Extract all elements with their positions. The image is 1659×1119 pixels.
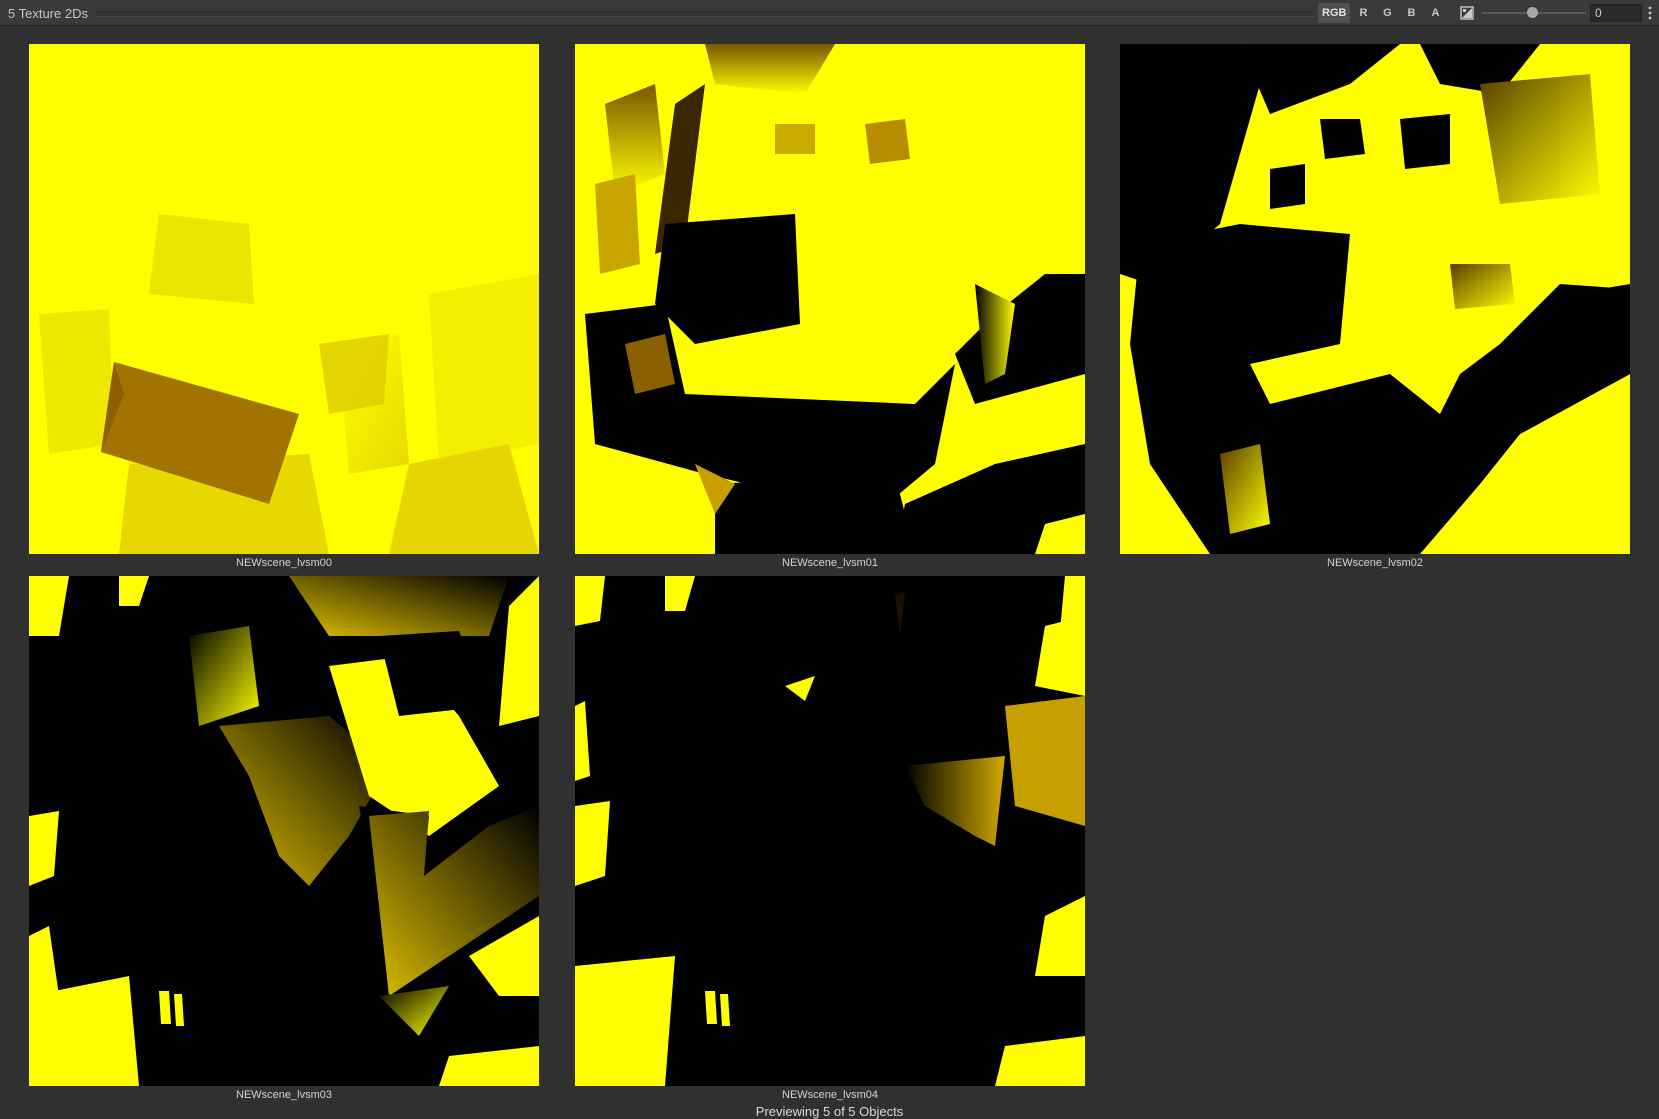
texture-label-2: NEWscene_lvsm02 [1327, 557, 1423, 569]
channel-rgb-button[interactable]: RGB [1318, 3, 1351, 23]
texture-image-4 [575, 576, 1085, 1086]
channel-toggle-group: RGB R G B A [1318, 3, 1447, 23]
channel-b-button[interactable]: B [1400, 3, 1423, 23]
resize-drag-bar[interactable] [96, 11, 1314, 17]
kebab-menu-icon[interactable] [1647, 6, 1653, 20]
channel-g-button[interactable]: G [1376, 3, 1399, 23]
mip-level-field[interactable]: 0 [1590, 4, 1642, 22]
texture-preview-1[interactable] [575, 44, 1085, 554]
texture-label-3: NEWscene_lvsm03 [236, 1089, 332, 1101]
texture-preview-3[interactable] [29, 576, 539, 1086]
texture-preview-0[interactable] [29, 44, 539, 554]
preview-status: Previewing 5 of 5 Objects [755, 1104, 904, 1119]
texture-preview-4[interactable] [575, 576, 1085, 1086]
texture-preview-2[interactable] [1120, 44, 1630, 554]
texture-label-0: NEWscene_lvsm00 [236, 557, 332, 569]
channel-a-button[interactable]: A [1424, 3, 1447, 23]
preview-toolbar: 5 Texture 2Ds RGB R G B A 0 [0, 0, 1659, 26]
texture-image-1 [575, 44, 1085, 554]
alpha-visibility-icon[interactable] [1460, 6, 1474, 20]
mip-slider-thumb[interactable] [1527, 7, 1538, 18]
preview-title: 5 Texture 2Ds [8, 6, 88, 21]
texture-image-0 [29, 44, 539, 554]
channel-r-button[interactable]: R [1352, 3, 1375, 23]
texture-label-4: NEWscene_lvsm04 [782, 1089, 878, 1101]
texture-image-3 [29, 576, 539, 1086]
texture-label-1: NEWscene_lvsm01 [782, 557, 878, 569]
texture-image-2 [1120, 44, 1630, 554]
